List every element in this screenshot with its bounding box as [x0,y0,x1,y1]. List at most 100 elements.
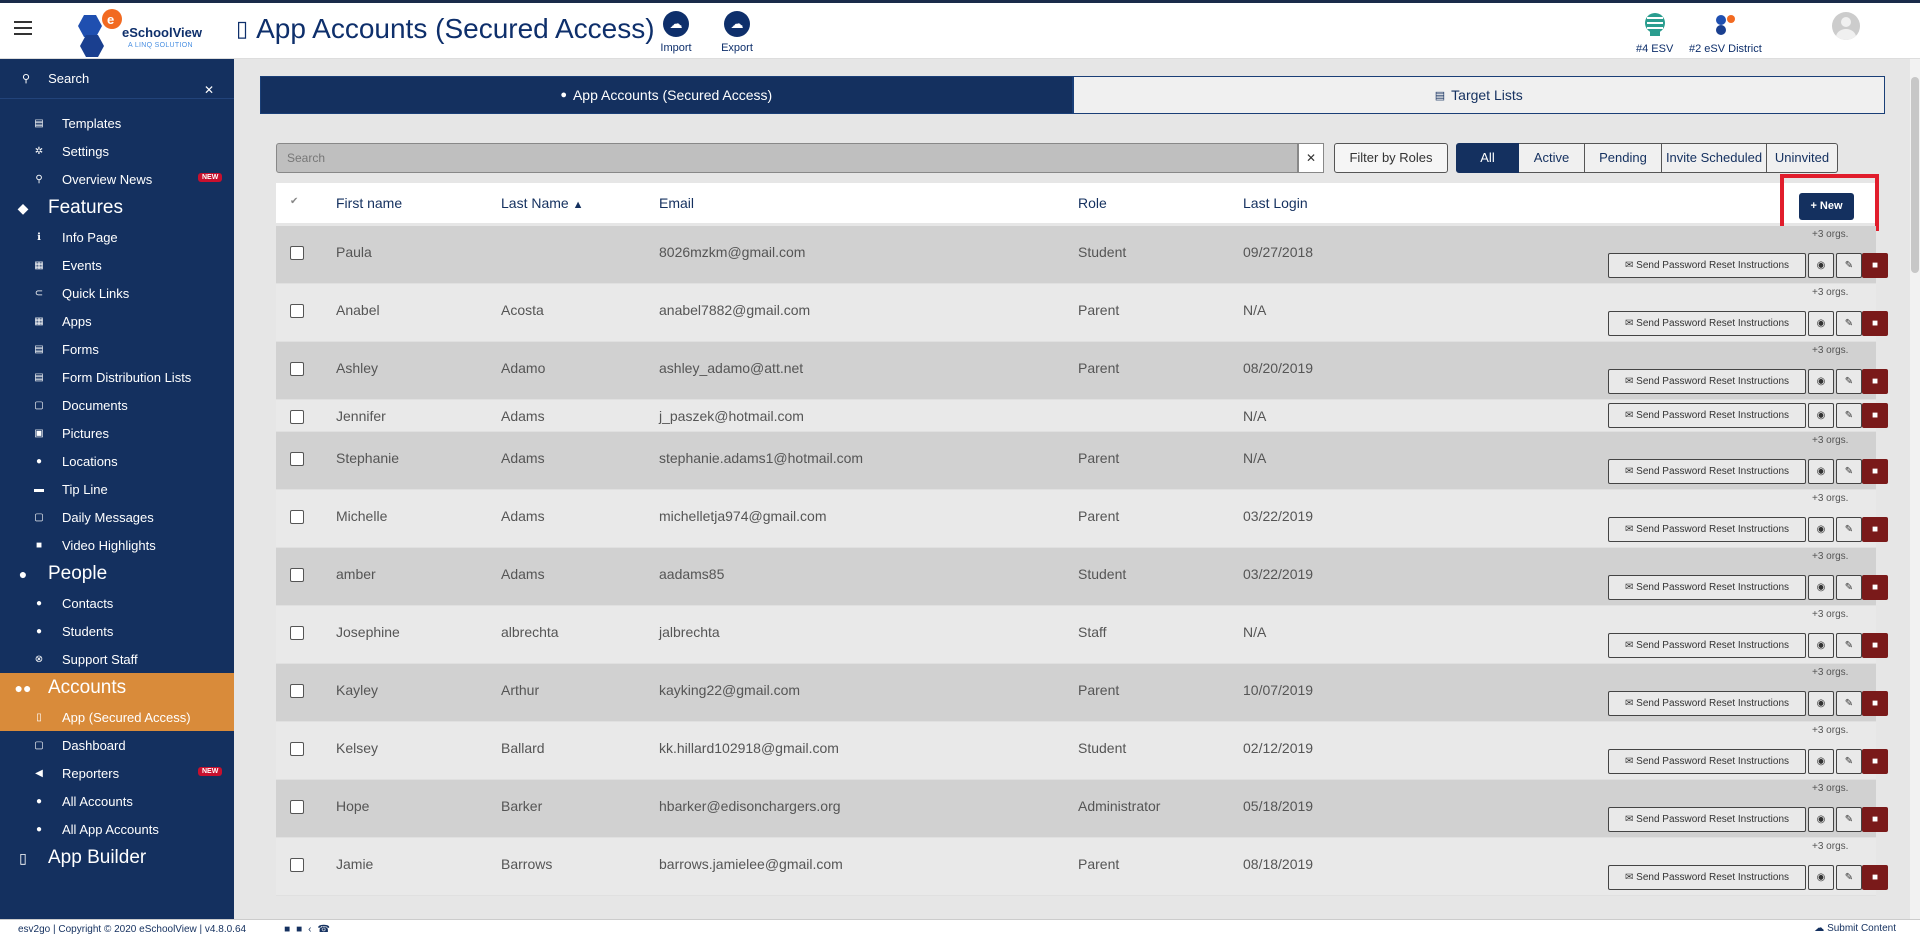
pencil-icon[interactable]: ✎ [1836,633,1862,658]
trash-icon[interactable]: ■ [1862,517,1888,542]
sidebar-section-features[interactable]: ◆ Features [0,193,234,223]
trash-icon[interactable]: ■ [1862,459,1888,484]
pencil-icon[interactable]: ✎ [1836,311,1862,336]
header-first-name[interactable]: First name [336,195,402,211]
cell-email[interactable]: aadams85 [659,566,724,582]
lock-icon[interactable]: ◉ [1808,691,1834,716]
lock-icon[interactable]: ◉ [1808,517,1834,542]
sidebar-item-all-app-accounts[interactable]: ● All App Accounts [0,815,234,843]
cell-email[interactable]: jalbrechta [659,624,720,640]
sidebar-search[interactable]: ⚲ Search ✕ [0,59,234,99]
lock-icon[interactable]: ◉ [1808,575,1834,600]
sidebar-item-tip-line[interactable]: ▬ Tip Line [0,475,234,503]
status-filter-uninvited[interactable]: Uninvited [1767,143,1838,173]
sidebar-item-daily-messages[interactable]: ▢ Daily Messages [0,503,234,531]
sidebar-item-documents[interactable]: ▢ Documents [0,391,234,419]
cell-email[interactable]: kayking22@gmail.com [659,682,800,698]
lock-icon[interactable]: ◉ [1808,253,1834,278]
search-input[interactable]: Search [276,143,1298,173]
lock-icon[interactable]: ◉ [1808,865,1834,890]
trash-icon[interactable]: ■ [1862,865,1888,890]
pencil-icon[interactable]: ✎ [1836,253,1862,278]
new-account-button[interactable]: + New [1799,193,1854,220]
scrollbar[interactable] [1910,59,1920,919]
scrollbar-thumb[interactable] [1911,77,1919,273]
send-password-reset-button[interactable]: ✉ Send Password Reset Instructions [1608,369,1806,394]
send-password-reset-button[interactable]: ✉ Send Password Reset Instructions [1608,749,1806,774]
eschoolview-logo[interactable]: e eSchoolView A LINQ SOLUTION [72,7,202,57]
header-last-login[interactable]: Last Login [1243,195,1308,211]
close-icon[interactable]: ✕ [204,83,214,97]
cell-email[interactable]: anabel7882@gmail.com [659,302,810,318]
sidebar-item-video-highlights[interactable]: ■ Video Highlights [0,531,234,559]
export-button[interactable]: ☁ Export [712,11,762,54]
pencil-icon[interactable]: ✎ [1836,517,1862,542]
sidebar-section-app-builder[interactable]: ▯ App Builder [0,843,234,873]
row-checkbox[interactable] [290,362,304,376]
pencil-icon[interactable]: ✎ [1836,865,1862,890]
phone-icon[interactable]: ☎ [318,924,336,935]
sidebar-item-forms[interactable]: ▤ Forms [0,335,234,363]
send-password-reset-button[interactable]: ✉ Send Password Reset Instructions [1608,403,1806,428]
header-role[interactable]: Role [1078,195,1107,211]
cell-email[interactable]: michelletja974@gmail.com [659,508,827,524]
sidebar-item-templates[interactable]: ▤ Templates [0,109,234,137]
header-last-name[interactable]: Last Name ▲ [501,195,583,211]
trash-icon[interactable]: ■ [1862,403,1888,428]
orgs-count[interactable]: +3 orgs. [1812,667,1848,678]
select-all-icon[interactable]: ✔ [290,196,298,207]
sidebar-section-accounts[interactable]: ●● Accounts [0,673,234,703]
pencil-icon[interactable]: ✎ [1836,575,1862,600]
lock-icon[interactable]: ■ [284,924,296,935]
camera-icon[interactable]: ■ [296,924,308,935]
row-checkbox[interactable] [290,742,304,756]
submit-content-link[interactable]: ☁ Submit Content [1814,923,1896,934]
sidebar-item-students[interactable]: ● Students [0,617,234,645]
send-password-reset-button[interactable]: ✉ Send Password Reset Instructions [1608,865,1806,890]
status-filter-all[interactable]: All [1456,143,1519,173]
cell-email[interactable]: 8026mzkm@gmail.com [659,244,805,260]
orgs-count[interactable]: +3 orgs. [1812,229,1848,240]
user-avatar[interactable] [1832,12,1860,40]
send-password-reset-button[interactable]: ✉ Send Password Reset Instructions [1608,633,1806,658]
cell-email[interactable]: j_paszek@hotmail.com [659,408,804,424]
cell-email[interactable]: ashley_adamo@att.net [659,360,803,376]
lock-icon[interactable]: ◉ [1808,311,1834,336]
row-checkbox[interactable] [290,684,304,698]
row-checkbox[interactable] [290,410,304,424]
sidebar-item-form-distribution-lists[interactable]: ▤ Form Distribution Lists [0,363,234,391]
sidebar-item-settings[interactable]: ✲ Settings [0,137,234,165]
send-password-reset-button[interactable]: ✉ Send Password Reset Instructions [1608,575,1806,600]
sidebar-item-events[interactable]: ▦ Events [0,251,234,279]
lock-icon[interactable]: ◉ [1808,369,1834,394]
status-filter-invite-scheduled[interactable]: Invite Scheduled [1662,143,1767,173]
cell-email[interactable]: kk.hillard102918@gmail.com [659,740,839,756]
row-checkbox[interactable] [290,246,304,260]
row-checkbox[interactable] [290,858,304,872]
row-checkbox[interactable] [290,568,304,582]
trash-icon[interactable]: ■ [1862,311,1888,336]
lock-icon[interactable]: ◉ [1808,749,1834,774]
lock-icon[interactable]: ◉ [1808,633,1834,658]
cell-email[interactable]: stephanie.adams1@hotmail.com [659,450,863,466]
tab-app-accounts[interactable]: ● App Accounts (Secured Access) [260,76,1073,114]
sidebar-item-support-staff[interactable]: ⊗ Support Staff [0,645,234,673]
trash-icon[interactable]: ■ [1862,633,1888,658]
orgs-count[interactable]: +3 orgs. [1812,435,1848,446]
sidebar-item-overview-news[interactable]: ⚲ Overview News NEW [0,165,234,193]
sidebar-item-app-secured-access[interactable]: ▯ App (Secured Access) [0,703,234,731]
orgs-count[interactable]: +3 orgs. [1812,493,1848,504]
share-icon[interactable]: ‹ [308,924,317,935]
row-checkbox[interactable] [290,510,304,524]
orgs-count[interactable]: +3 orgs. [1812,609,1848,620]
cell-email[interactable]: hbarker@edisonchargers.org [659,798,841,814]
orgs-count[interactable]: +3 orgs. [1812,287,1848,298]
sidebar-item-reporters[interactable]: ◀ Reporters NEW [0,759,234,787]
hamburger-menu-icon[interactable] [14,21,32,35]
sidebar-item-pictures[interactable]: ▣ Pictures [0,419,234,447]
lock-icon[interactable]: ◉ [1808,459,1834,484]
header-email[interactable]: Email [659,195,694,211]
lock-icon[interactable]: ◉ [1808,403,1834,428]
send-password-reset-button[interactable]: ✉ Send Password Reset Instructions [1608,807,1806,832]
send-password-reset-button[interactable]: ✉ Send Password Reset Instructions [1608,311,1806,336]
